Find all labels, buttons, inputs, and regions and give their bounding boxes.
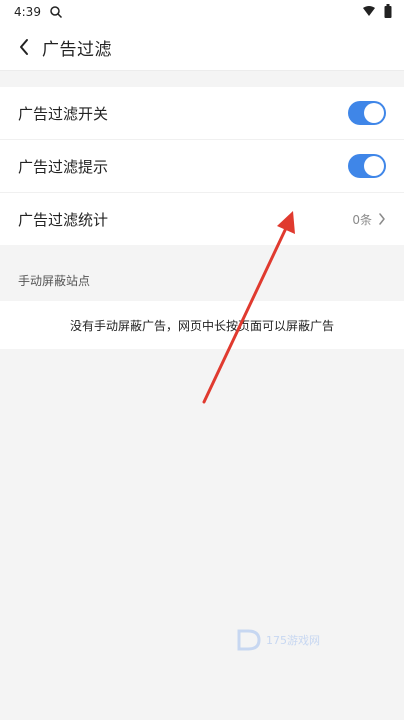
section-title: 手动屏蔽站点	[18, 274, 91, 288]
empty-state-text: 没有手动屏蔽广告，网页中长按页面可以屏蔽广告	[69, 318, 334, 333]
stats-value-group: 0条	[352, 211, 386, 228]
toggle-knob	[364, 156, 384, 176]
chevron-right-icon	[378, 213, 386, 225]
wifi-icon	[362, 5, 376, 17]
ad-filter-switch-toggle[interactable]	[348, 101, 386, 125]
toggle-knob	[364, 103, 384, 123]
settings-list: 广告过滤开关 广告过滤提示 广告过滤统计 0条	[0, 87, 404, 245]
setting-row-ad-filter-tips: 广告过滤提示	[0, 140, 404, 193]
setting-label: 广告过滤统计	[18, 210, 109, 229]
search-icon	[49, 5, 63, 19]
back-chevron-icon	[18, 38, 30, 56]
status-bar: 4:39	[0, 0, 404, 24]
manual-block-section-title: 手动屏蔽站点	[0, 245, 404, 301]
app-header: 广告过滤	[0, 24, 404, 71]
status-indicators	[362, 4, 392, 18]
back-button[interactable]	[12, 35, 36, 59]
status-time: 4:39	[14, 5, 41, 19]
setting-row-ad-filter-switch: 广告过滤开关	[0, 87, 404, 140]
watermark: 175游戏网	[236, 628, 320, 652]
battery-icon	[384, 4, 392, 18]
watermark-text: 175游戏网	[266, 634, 320, 647]
page-title: 广告过滤	[42, 39, 112, 60]
manual-block-empty-state: 没有手动屏蔽广告，网页中长按页面可以屏蔽广告	[0, 301, 404, 349]
section-spacer	[0, 71, 404, 87]
ad-filter-count: 0条	[352, 212, 372, 227]
setting-row-ad-filter-stats[interactable]: 广告过滤统计 0条	[0, 193, 404, 245]
watermark-logo-icon	[236, 628, 262, 652]
setting-label: 广告过滤提示	[18, 157, 109, 176]
setting-label: 广告过滤开关	[18, 104, 109, 123]
ad-filter-tips-toggle[interactable]	[348, 154, 386, 178]
